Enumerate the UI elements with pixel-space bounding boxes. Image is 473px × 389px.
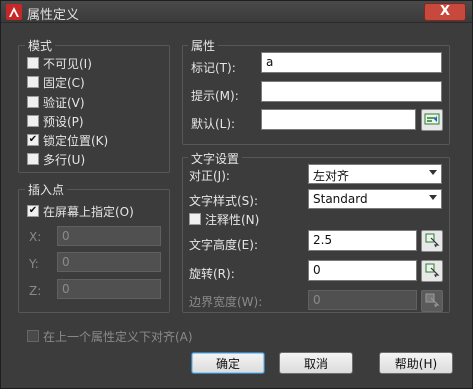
multiline-checkbox[interactable]: 多行(U) <box>27 151 85 167</box>
justify-label: 对正(J): <box>189 169 230 183</box>
prompt-label: 提示(M): <box>191 89 239 103</box>
lock-position-checkbox[interactable]: ✔ 锁定位置(K) <box>27 132 108 148</box>
text-style-value: Standard <box>313 192 368 206</box>
insert-field-icon <box>424 112 440 129</box>
text-style-label: 文字样式(S): <box>189 194 259 208</box>
pick-rotation-button[interactable] <box>421 260 443 282</box>
insert-field-button[interactable] <box>421 109 443 131</box>
checkbox-box[interactable] <box>27 76 39 88</box>
z-input[interactable]: 0 <box>57 279 161 299</box>
x-label: X: <box>29 230 42 244</box>
text-height-label: 文字高度(E): <box>189 238 258 252</box>
invisible-label: 不可见(I) <box>43 56 92 71</box>
verify-label: 验证(V) <box>43 95 85 110</box>
invisible-checkbox[interactable]: 不可见(I) <box>27 55 92 71</box>
pick-point-icon <box>424 292 440 311</box>
checkbox-box[interactable] <box>27 57 39 69</box>
y-input[interactable]: 0 <box>57 252 161 272</box>
ok-button[interactable]: 确定 <box>191 352 265 374</box>
align-below-label: 在上一个属性定义下对齐(A) <box>43 329 193 344</box>
preset-label: 预设(P) <box>43 114 84 129</box>
constant-checkbox[interactable]: 固定(C) <box>27 74 85 90</box>
pick-point-icon <box>424 232 440 251</box>
text-style-select[interactable]: Standard <box>308 189 442 209</box>
preset-checkbox[interactable]: 预设(P) <box>27 113 84 129</box>
chevron-down-icon <box>429 170 437 175</box>
checkbox-box[interactable] <box>27 115 39 127</box>
checkbox-checked[interactable]: ✔ <box>27 134 39 146</box>
annotative-checkbox[interactable]: 注释性(N) <box>189 211 259 227</box>
help-button[interactable]: 帮助(H) <box>379 352 453 374</box>
autocad-logo-icon <box>6 4 22 20</box>
prompt-input[interactable] <box>261 81 442 102</box>
justify-select[interactable]: 左对齐 <box>308 164 442 184</box>
default-label: 默认(L): <box>191 117 236 131</box>
checkbox-box[interactable] <box>27 153 39 165</box>
window-title: 属性定义 <box>27 8 80 23</box>
tag-label: 标记(T): <box>191 61 236 75</box>
title-bar: 属性定义 X <box>1 1 472 23</box>
y-label: Y: <box>29 257 39 271</box>
pick-point-icon <box>424 262 440 281</box>
verify-checkbox[interactable]: 验证(V) <box>27 94 85 110</box>
attribute-group-title: 属性 <box>188 37 219 54</box>
mode-group-title: 模式 <box>25 37 56 54</box>
lock-position-label: 锁定位置(K) <box>43 133 109 148</box>
specify-on-screen-checkbox[interactable]: ✔ 在屏幕上指定(O) <box>27 203 134 219</box>
close-button[interactable]: X <box>424 3 466 21</box>
justify-value: 左对齐 <box>313 169 350 183</box>
annotative-label: 注释性(N) <box>205 212 260 227</box>
default-input[interactable] <box>261 109 416 130</box>
text-height-input[interactable]: 2.5 <box>308 230 417 251</box>
specify-on-screen-label: 在屏幕上指定(O) <box>43 204 134 219</box>
boundary-width-label: 边界宽度(W): <box>189 295 263 309</box>
rotation-label: 旋转(R): <box>189 267 235 281</box>
chevron-down-icon <box>429 195 437 200</box>
z-label: Z: <box>29 284 42 298</box>
constant-label: 固定(C) <box>43 75 85 90</box>
insertion-point-title: 插入点 <box>25 181 68 198</box>
rotation-input[interactable]: 0 <box>308 260 417 281</box>
boundary-width-input[interactable]: 0 <box>308 290 417 310</box>
attribute-definition-dialog: 属性定义 X 模式 不可见(I) 固定(C) 验证(V) 预设(P) ✔ 锁定位… <box>0 0 473 389</box>
pick-boundary-button[interactable] <box>421 290 443 312</box>
cancel-button[interactable]: 取消 <box>279 352 353 374</box>
checkbox-box[interactable] <box>27 96 39 108</box>
pick-height-button[interactable] <box>421 230 443 252</box>
text-settings-title: 文字设置 <box>188 150 243 167</box>
checkbox-checked[interactable]: ✔ <box>27 205 39 217</box>
tag-input[interactable]: a <box>261 52 442 73</box>
multiline-label: 多行(U) <box>43 152 86 167</box>
checkbox-box[interactable] <box>27 330 39 342</box>
checkbox-box[interactable] <box>189 213 201 225</box>
align-below-checkbox[interactable]: 在上一个属性定义下对齐(A) <box>27 328 193 344</box>
x-input[interactable]: 0 <box>57 226 161 246</box>
